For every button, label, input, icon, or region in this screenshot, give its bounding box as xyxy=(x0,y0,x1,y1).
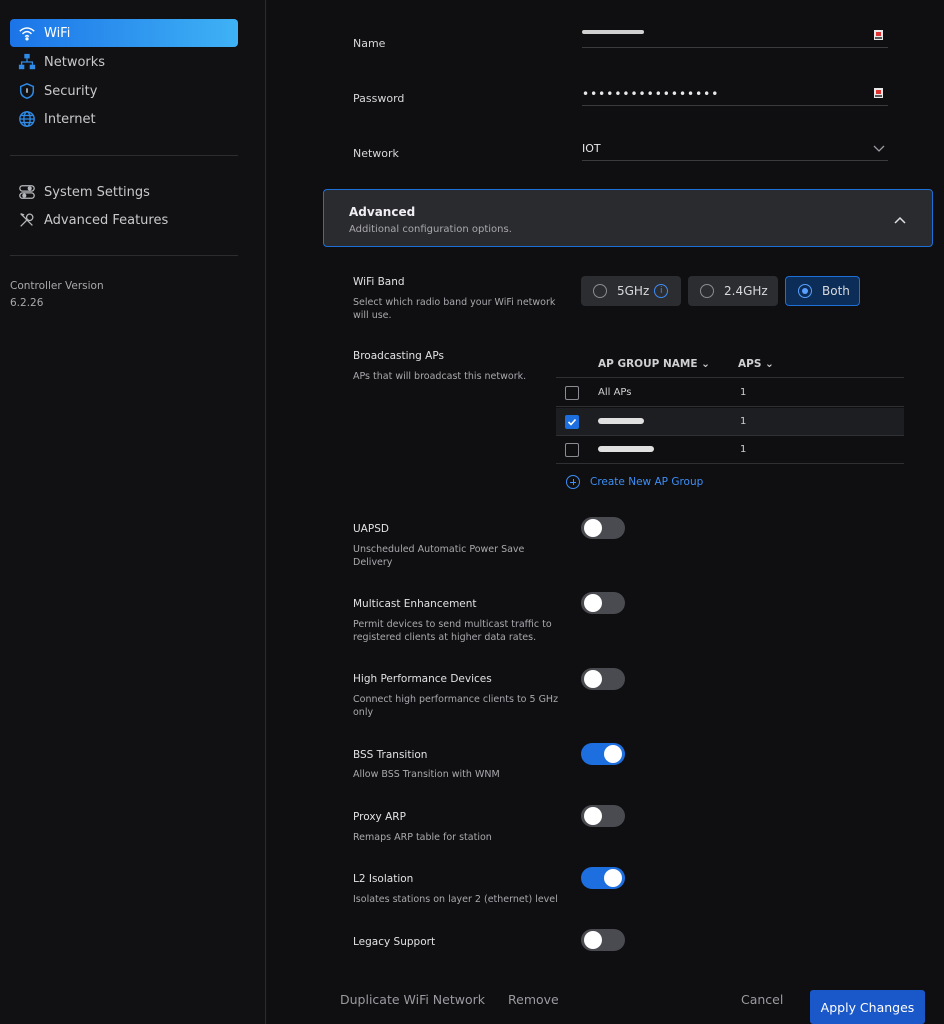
l2-isolation-description: Isolates stations on layer 2 (ethernet) … xyxy=(353,894,558,905)
chevron-down-icon xyxy=(872,141,886,155)
uapsd-title: UAPSD xyxy=(353,523,389,535)
remove-button[interactable]: Remove xyxy=(508,992,559,1007)
sidebar-item-label: Internet xyxy=(44,111,96,127)
network-label: Network xyxy=(353,147,399,160)
sidebar-item-label: Security xyxy=(44,83,98,99)
bss-transition-description: Allow BSS Transition with WNM xyxy=(353,769,500,780)
ap-count: 1 xyxy=(740,387,747,398)
tools-icon xyxy=(18,211,36,229)
advanced-subtitle: Additional configuration options. xyxy=(349,224,512,235)
sidebar-item-label: Advanced Features xyxy=(44,212,169,228)
sidebar-divider xyxy=(10,255,238,256)
advanced-section-header[interactable]: Advanced Additional configuration option… xyxy=(323,189,933,247)
l2-isolation-toggle[interactable] xyxy=(581,867,625,889)
globe-icon xyxy=(18,110,36,128)
ap-count: 1 xyxy=(740,416,747,427)
network-select[interactable]: IOT xyxy=(582,137,888,161)
sidebar-item-system-settings[interactable]: System Settings xyxy=(10,178,238,206)
band-option-2-4ghz[interactable]: 2.4GHz xyxy=(688,276,778,306)
key-icon[interactable] xyxy=(872,28,886,42)
proxy-arp-description: Remaps ARP table for station xyxy=(353,832,492,843)
sidebar: WiFi Networks Security Internet System S… xyxy=(0,0,266,1024)
row-checkbox[interactable] xyxy=(565,386,579,400)
radio-5ghz[interactable] xyxy=(593,284,607,298)
band-option-both[interactable]: Both xyxy=(785,276,860,306)
name-label: Name xyxy=(353,37,386,50)
high-performance-devices-toggle[interactable] xyxy=(581,668,625,690)
column-ap-group-name[interactable]: AP GROUP NAME ⌄ xyxy=(598,358,710,370)
sidebar-item-security[interactable]: Security xyxy=(10,77,238,105)
sidebar-item-label: WiFi xyxy=(44,25,71,41)
network-value: IOT xyxy=(582,142,601,155)
name-input[interactable] xyxy=(582,24,888,48)
multicast-enhancement-description: Permit devices to send multicast traffic… xyxy=(353,619,552,643)
sidebar-item-wifi[interactable]: WiFi xyxy=(10,19,238,47)
sidebar-item-networks[interactable]: Networks xyxy=(10,48,238,76)
table-header: AP GROUP NAME ⌄ APS ⌄ xyxy=(556,350,904,378)
multicast-enhancement-title: Multicast Enhancement xyxy=(353,598,477,610)
redacted-name xyxy=(582,29,644,34)
row-checkbox[interactable] xyxy=(565,443,579,457)
sidebar-item-internet[interactable]: Internet xyxy=(10,105,238,133)
multicast-enhancement-toggle[interactable] xyxy=(581,592,625,614)
password-value: ••••••••••••••••• xyxy=(582,86,720,101)
table-row[interactable]: 1 xyxy=(556,408,904,436)
broadcasting-aps-description: APs that will broadcast this network. xyxy=(353,371,527,382)
column-aps[interactable]: APS ⌄ xyxy=(738,358,774,370)
controller-version-value: 6.2.26 xyxy=(10,297,44,309)
plus-circle-icon xyxy=(566,475,580,489)
legacy-support-toggle[interactable] xyxy=(581,929,625,951)
high-performance-devices-title: High Performance Devices xyxy=(353,673,492,685)
toggles-icon xyxy=(18,183,36,201)
band-label: 2.4GHz xyxy=(724,284,768,298)
advanced-title: Advanced xyxy=(349,205,416,219)
band-label: 5GHz xyxy=(617,284,650,298)
band-option-5ghz[interactable]: 5GHz i xyxy=(581,276,681,306)
info-icon[interactable]: i xyxy=(654,284,669,298)
sidebar-item-label: System Settings xyxy=(44,184,150,200)
duplicate-wifi-network-button[interactable]: Duplicate WiFi Network xyxy=(340,992,485,1007)
create-new-ap-group-link[interactable]: Create New AP Group xyxy=(566,475,703,489)
band-label: Both xyxy=(822,284,850,298)
row-checkbox[interactable] xyxy=(565,415,579,429)
wifi-band-title: WiFi Band xyxy=(353,276,405,288)
apply-changes-button[interactable]: Apply Changes xyxy=(810,990,925,1024)
networks-icon xyxy=(18,53,36,71)
ap-group-name-redacted xyxy=(598,444,654,455)
wifi-band-description: Select which radio band your WiFi networ… xyxy=(353,297,556,321)
password-input[interactable]: ••••••••••••••••• xyxy=(582,82,888,106)
l2-isolation-title: L2 Isolation xyxy=(353,873,414,885)
ap-group-name: All APs xyxy=(598,387,632,398)
proxy-arp-title: Proxy ARP xyxy=(353,811,406,823)
chevron-up-icon[interactable] xyxy=(894,212,906,224)
main-content: Name Password ••••••••••••••••• Network … xyxy=(267,0,944,1024)
wifi-icon xyxy=(18,24,36,42)
table-row[interactable]: All APs 1 xyxy=(556,379,904,407)
high-performance-devices-description: Connect high performance clients to 5 GH… xyxy=(353,694,559,718)
sidebar-item-advanced-features[interactable]: Advanced Features xyxy=(10,206,238,234)
proxy-arp-toggle[interactable] xyxy=(581,805,625,827)
bss-transition-title: BSS Transition xyxy=(353,749,428,761)
bss-transition-toggle[interactable] xyxy=(581,743,625,765)
uapsd-toggle[interactable] xyxy=(581,517,625,539)
radio-2-4ghz[interactable] xyxy=(700,284,714,298)
shield-icon xyxy=(18,82,36,100)
sidebar-divider xyxy=(10,155,238,156)
ap-group-name-redacted xyxy=(598,416,644,427)
legacy-support-title: Legacy Support xyxy=(353,936,436,948)
controller-version-label: Controller Version xyxy=(10,280,104,292)
radio-both[interactable] xyxy=(798,284,812,298)
ap-count: 1 xyxy=(740,444,747,455)
uapsd-description: Unscheduled Automatic Power Save Deliver… xyxy=(353,544,525,568)
sidebar-item-label: Networks xyxy=(44,54,106,70)
key-icon[interactable] xyxy=(872,86,886,100)
cancel-button[interactable]: Cancel xyxy=(741,992,783,1007)
check-icon xyxy=(567,418,577,426)
table-row[interactable]: 1 xyxy=(556,436,904,464)
broadcasting-aps-title: Broadcasting APs xyxy=(353,350,444,362)
password-label: Password xyxy=(353,92,405,105)
